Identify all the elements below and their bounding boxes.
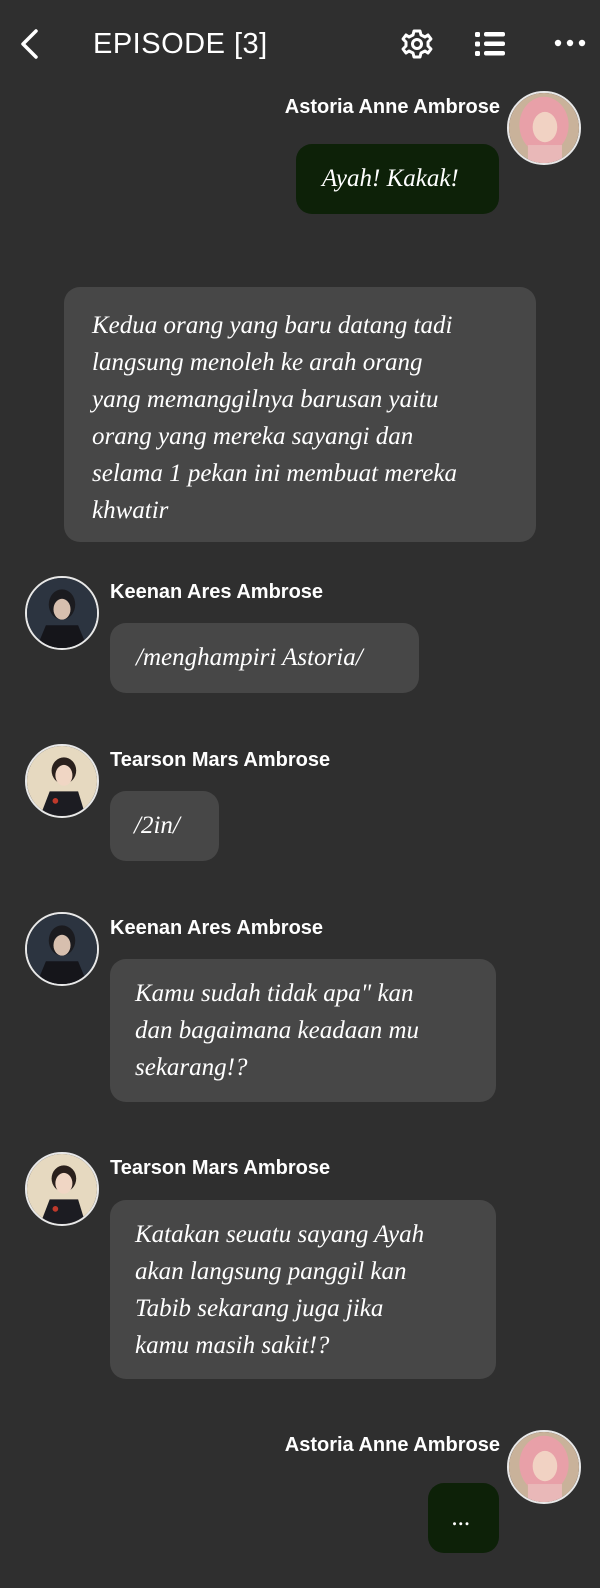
message-line: dan bagaimana keadaan mu [135, 1017, 419, 1044]
message-line: Katakan seuatu sayang Ayah [135, 1221, 425, 1248]
narration-line: yang memanggilnya barusan yaitu [92, 386, 439, 413]
speaker-name: Astoria Anne Ambrose [284, 1434, 500, 1456]
gear-icon[interactable] [400, 27, 434, 61]
message-line: sekarang!? [135, 1054, 248, 1081]
speaker-name: Keenan Ares Ambrose [110, 581, 324, 603]
message-line: kamu masih sakit!? [135, 1332, 330, 1359]
top-bar: EPISODE [3] [0, 0, 600, 92]
list-icon[interactable] [474, 29, 506, 59]
back-arrow-icon[interactable] [14, 26, 44, 62]
more-dots-icon[interactable] [553, 37, 587, 49]
message-line: /menghampiri Astoria/ [136, 644, 363, 671]
keenan-avatar[interactable] [25, 576, 99, 650]
narration-line: khwatir [92, 497, 169, 524]
message-line: akan langsung panggil kan [135, 1258, 407, 1285]
keenan-avatar[interactable] [25, 912, 99, 986]
message-line: Ayah! Kakak! [322, 165, 459, 192]
speaker-name: Astoria Anne Ambrose [284, 96, 500, 118]
message-bubble: Kamu sudah tidak apa" kan dan bagaimana … [110, 959, 496, 1102]
narration-line: orang yang mereka sayangi dan [92, 423, 414, 450]
message-line: Tabib sekarang juga jika [135, 1295, 384, 1322]
speaker-name: Keenan Ares Ambrose [110, 917, 324, 939]
narration-line: selama 1 pekan ini membuat mereka [92, 460, 457, 487]
tearson-avatar[interactable] [25, 1152, 99, 1226]
astoria-avatar[interactable] [507, 1430, 581, 1504]
message-line: ... [452, 1504, 471, 1531]
message-bubble: Ayah! Kakak! [296, 144, 499, 214]
tearson-avatar[interactable] [25, 744, 99, 818]
message-bubble: Katakan seuatu sayang Ayah akan langsung… [110, 1200, 496, 1379]
astoria-avatar[interactable] [507, 91, 581, 165]
speaker-name: Tearson Mars Ambrose [110, 1157, 331, 1179]
message-line: /2in/ [134, 812, 180, 839]
message-bubble: /2in/ [110, 791, 219, 861]
message-bubble: ... [428, 1483, 499, 1553]
episode-title: EPISODE [3] [93, 28, 268, 60]
speaker-name: Tearson Mars Ambrose [110, 749, 331, 771]
narration-line: Kedua orang yang baru datang tadi [92, 312, 453, 339]
narration-line: langsung menoleh ke arah orang [92, 349, 423, 376]
narration-bubble: Kedua orang yang baru datang tadi langsu… [64, 287, 536, 542]
message-bubble: /menghampiri Astoria/ [110, 623, 419, 693]
message-line: Kamu sudah tidak apa" kan [135, 980, 414, 1007]
